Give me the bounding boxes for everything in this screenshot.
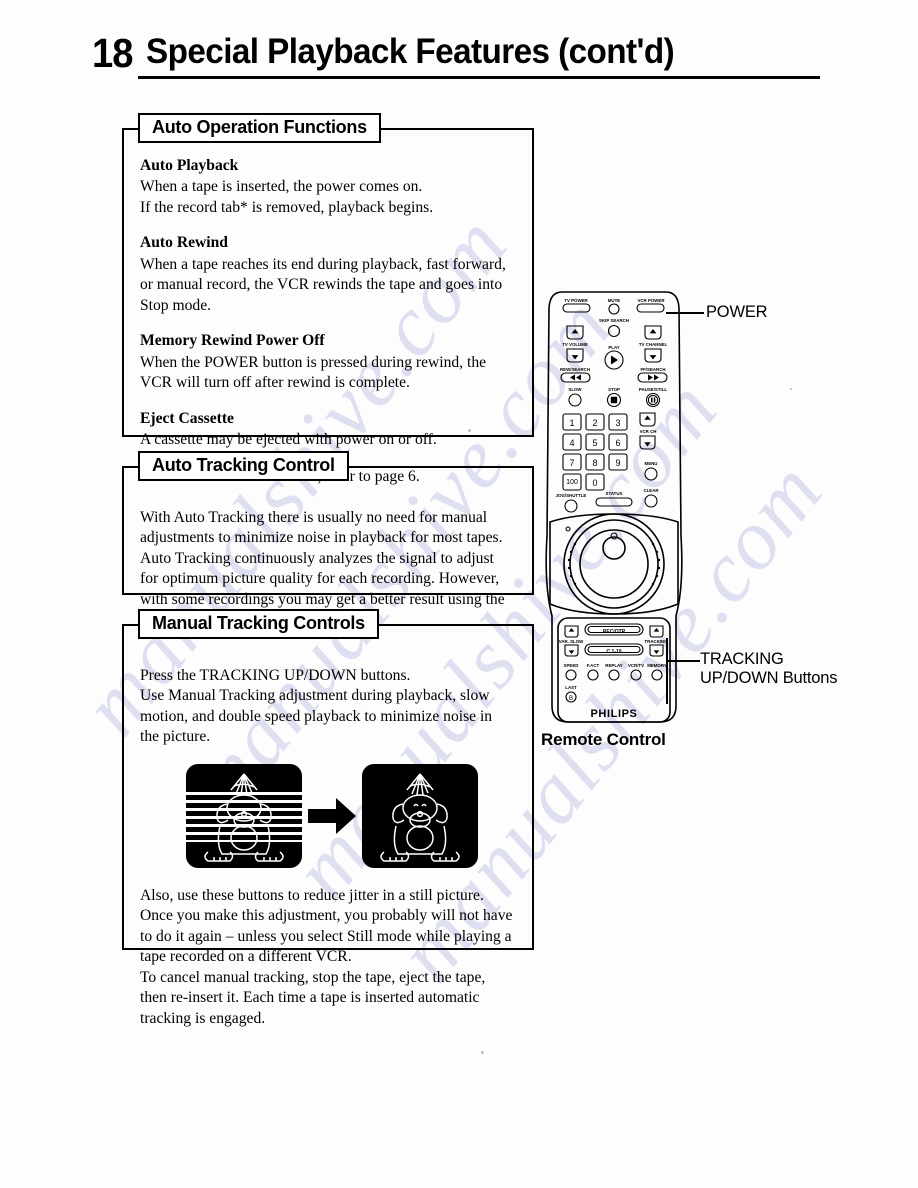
svg-text:1: 1 [569,418,574,428]
panel-manual-tracking-controls: Manual Tracking Controls Press the TRACK… [122,609,534,1027]
section-body: When a tape is inserted, the power comes… [140,178,434,216]
leader-line-power [666,312,704,314]
svg-text:8: 8 [592,458,597,468]
svg-text:6: 6 [615,438,620,448]
svg-text:F.ACT: F.ACT [587,663,600,668]
svg-text:VAR. SLOW: VAR. SLOW [559,639,584,644]
arrow-icon [308,797,356,834]
scan-speckle [468,429,471,432]
svg-text:CLEAR: CLEAR [643,488,659,493]
svg-text:REC/OTR: REC/OTR [603,629,626,635]
section-intro: Press the TRACKING UP/DOWN buttons. Use … [140,666,493,746]
scanned-page: manualshive.com manualshive.com manualsh… [0,0,918,1188]
svg-text:JOG/SHUTTLE: JOG/SHUTTLE [556,493,587,498]
figure-caption: Remote Control [541,730,666,749]
svg-text:MEMORY: MEMORY [647,663,667,668]
panel-auto-operation-functions: Auto Operation Functions Auto Playback W… [122,113,534,485]
section-heading: Auto Rewind [140,234,228,252]
svg-text:B: B [569,696,573,702]
section-heading: Auto Playback [140,157,239,174]
svg-text:SLOW: SLOW [568,387,582,392]
callout-power: POWER [706,303,768,321]
svg-text:100: 100 [566,479,578,486]
section-memory-rewind-power-off: Memory Rewind Power Off When the POWER b… [140,331,514,393]
page-title: Special Playback Features (cont'd) [146,32,675,71]
svg-text:VCR/TV: VCR/TV [628,663,644,668]
panel-title: Auto Tracking Control [138,451,349,481]
svg-text:PAUSE/STILL: PAUSE/STILL [639,387,668,392]
svg-text:4: 4 [569,438,574,448]
svg-text:TV CHANNEL: TV CHANNEL [639,342,668,347]
section-heading: Eject Cassette [140,409,234,427]
panel-auto-tracking-control: Auto Tracking Control With Auto Tracking… [122,451,534,628]
svg-text:STATUS: STATUS [606,491,623,496]
svg-text:MENU: MENU [645,461,658,466]
svg-text:SPEED: SPEED [564,663,579,668]
section-outro: Also, use these buttons to reduce jitter… [140,886,513,1027]
svg-text:PLAY: PLAY [608,345,619,350]
section-body: When a tape reaches its end during playb… [140,255,506,314]
svg-text:REW/SEARCH: REW/SEARCH [560,367,590,372]
svg-text:PHILIPS: PHILIPS [591,708,638,720]
svg-text:7: 7 [569,458,574,468]
svg-text:FF/SEARCH: FF/SEARCH [640,367,665,372]
section-eject-cassette: Eject Cassette A cassette may be ejected… [140,409,514,451]
svg-text:LAST: LAST [565,685,577,690]
tracking-comparison-figure [186,763,478,868]
section-body: When the POWER button is pressed during … [140,353,487,392]
svg-text:5: 5 [592,438,597,448]
svg-text:STOP: STOP [608,387,620,392]
svg-text:0: 0 [592,478,597,488]
svg-text:TV VOLUME: TV VOLUME [562,342,588,347]
section-body: A cassette may be ejected with power on … [140,431,437,449]
svg-text:C.1-10: C.1-10 [606,649,621,655]
section-auto-rewind: Auto Rewind When a tape reaches its end … [140,233,514,316]
clean-picture-screen [362,763,478,868]
panel-title: Manual Tracking Controls [138,609,379,639]
svg-text:TRACKING: TRACKING [644,639,668,644]
svg-text:SKIP SEARCH: SKIP SEARCH [599,318,629,323]
svg-text:REPLAY: REPLAY [605,663,622,668]
section-heading: Memory Rewind Power Off [140,332,325,350]
scan-speckle [481,1051,484,1054]
svg-text:3: 3 [615,418,620,428]
panel-body: Press the TRACKING UP/DOWN buttons. Use … [124,626,532,1057]
header-rule [138,76,820,79]
svg-text:VCR POWER: VCR POWER [637,298,665,303]
callout-tracking: TRACKING UP/DOWN Buttons [700,650,838,688]
svg-text:MUTE: MUTE [608,298,621,303]
page-header: 18 Special Playback Features (cont'd) [92,28,820,80]
svg-text:VCR CH: VCR CH [640,429,657,434]
scan-speckle [790,388,792,390]
leader-line-tracking [666,660,700,662]
svg-text:TV POWER: TV POWER [564,298,588,303]
noisy-picture-screen [186,763,302,868]
svg-text:9: 9 [615,458,620,468]
panel-title: Auto Operation Functions [138,113,381,143]
page-number: 18 [92,30,133,76]
section-auto-playback: Auto Playback When a tape is inserted, t… [140,156,514,218]
svg-text:2: 2 [592,418,597,428]
leader-line-tracking-vertical [666,638,668,704]
